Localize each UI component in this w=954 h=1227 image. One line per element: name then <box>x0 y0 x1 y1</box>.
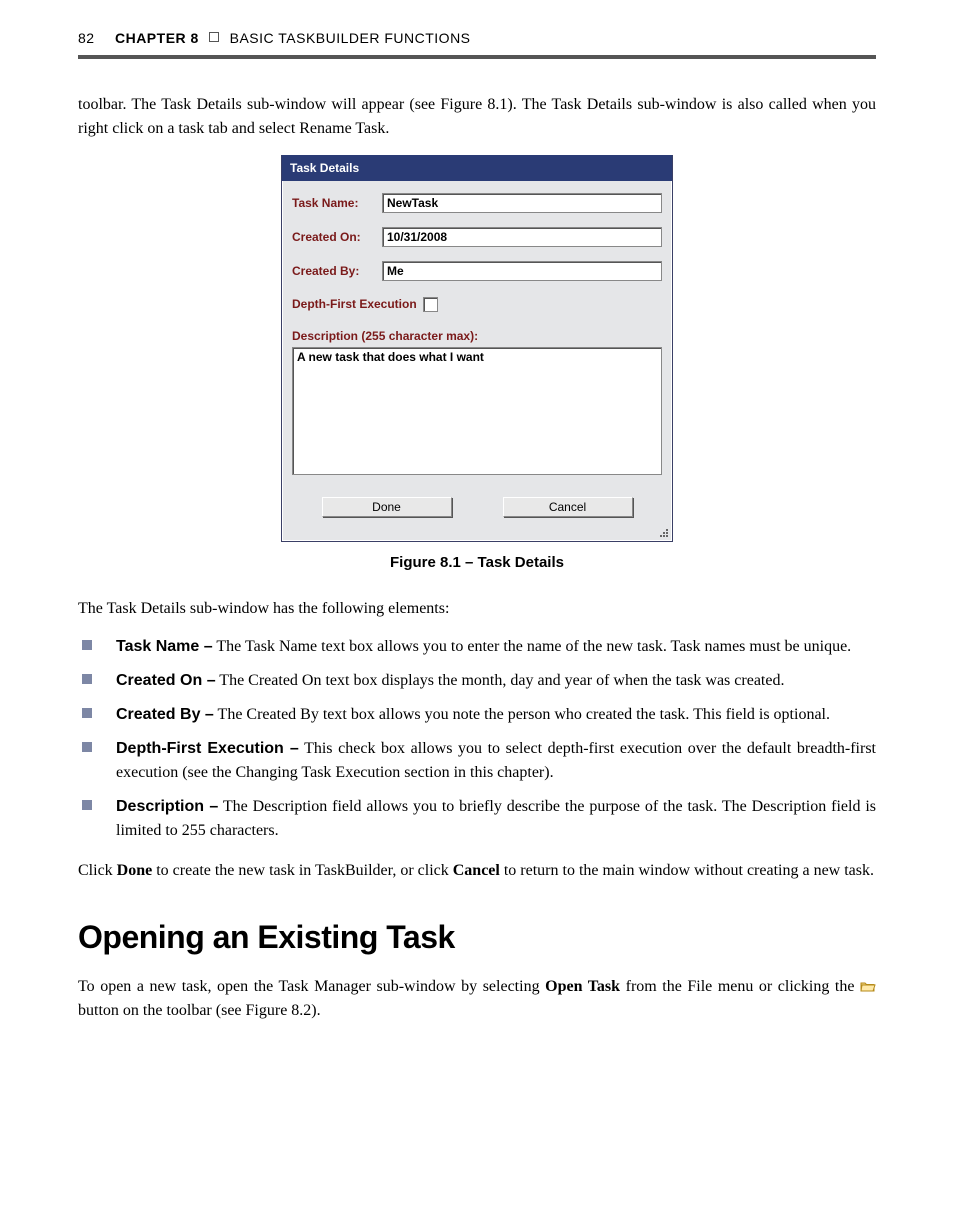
bullet-label: Created By – <box>116 706 214 723</box>
depth-first-checkbox[interactable] <box>423 297 438 312</box>
task-name-label: Task Name: <box>292 194 382 212</box>
element-list: Task Name – The Task Name text box allow… <box>78 635 876 843</box>
list-item: Created On – The Created On text box dis… <box>78 669 876 693</box>
running-header: 82 CHAPTER 8 BASIC TASKBUILDER FUNCTIONS <box>78 28 876 59</box>
done-button[interactable]: Done <box>322 497 452 517</box>
open-task-ref: Open Task <box>545 978 620 995</box>
click-paragraph: Click Done to create the new task in Tas… <box>78 859 876 883</box>
section-heading: Opening an Existing Task <box>78 913 876 961</box>
created-by-input[interactable] <box>382 261 662 281</box>
open-paragraph: To open a new task, open the Task Manage… <box>78 975 876 1023</box>
bullet-text: The Created On text box displays the mon… <box>216 672 785 689</box>
list-item: Task Name – The Task Name text box allow… <box>78 635 876 659</box>
created-on-input[interactable] <box>382 227 662 247</box>
description-textarea[interactable] <box>292 347 662 475</box>
list-item: Description – The Description field allo… <box>78 795 876 843</box>
bullet-label: Description – <box>116 798 218 815</box>
bullet-text: The Task Name text box allows you to ent… <box>213 638 852 655</box>
list-item: Depth-First Execution – This check box a… <box>78 737 876 785</box>
task-details-dialog: Task Details Task Name: Created On: Crea… <box>281 155 673 542</box>
created-on-label: Created On: <box>292 228 382 246</box>
description-label: Description (255 character max): <box>292 327 662 345</box>
list-item: Created By – The Created By text box all… <box>78 703 876 727</box>
bullet-label: Task Name – <box>116 638 213 655</box>
elements-intro: The Task Details sub-window has the foll… <box>78 597 876 621</box>
bullet-text: The Description field allows you to brie… <box>116 798 876 839</box>
dialog-title: Task Details <box>282 155 672 181</box>
resize-grip-icon <box>282 527 672 541</box>
cancel-ref: Cancel <box>453 862 500 879</box>
intro-paragraph: toolbar. The Task Details sub-window wil… <box>78 93 876 141</box>
figure-8-1: Task Details Task Name: Created On: Crea… <box>78 155 876 575</box>
folder-open-icon <box>860 977 876 990</box>
done-ref: Done <box>117 862 153 879</box>
figure-caption: Figure 8.1 – Task Details <box>78 552 876 575</box>
bullet-label: Depth-First Execution – <box>116 740 299 757</box>
bullet-text: The Created By text box allows you note … <box>214 706 830 723</box>
created-by-label: Created By: <box>292 262 382 280</box>
task-name-input[interactable] <box>382 193 662 213</box>
page-number: 82 <box>78 30 95 46</box>
chapter-title: BASIC TASKBUILDER FUNCTIONS <box>230 30 471 46</box>
chapter-label: CHAPTER 8 <box>115 30 199 46</box>
header-square-icon <box>209 32 219 42</box>
cancel-button[interactable]: Cancel <box>503 497 633 517</box>
depth-first-label: Depth-First Execution <box>292 295 417 313</box>
bullet-label: Created On – <box>116 672 216 689</box>
